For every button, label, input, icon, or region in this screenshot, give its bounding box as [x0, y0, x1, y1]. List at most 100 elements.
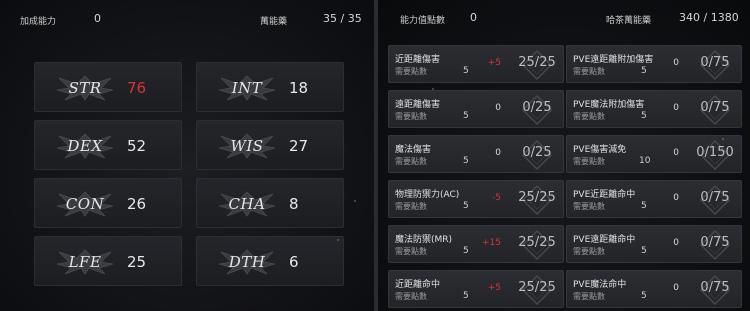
points-required-value: 5 [463, 156, 469, 166]
stat-value: 8 [289, 195, 299, 213]
stat-tile-cha: CHA 8 [196, 178, 344, 228]
stat-value: 76 [127, 79, 147, 97]
upgrade-level: 25/25 [518, 280, 556, 295]
upgrade-row[interactable]: 近距離傷害需要點數 5 +5 25/25 [388, 45, 564, 83]
points-required-label: 需要點數 [573, 202, 605, 211]
upgrade-bonus: 0 [673, 148, 679, 158]
upgrade-row[interactable]: PVE魔法附加傷害 需要點數 5 0 0/75 [566, 90, 742, 128]
upgrade-level: 0/25 [522, 145, 552, 160]
upgrade-label: PVE遠距離附加傷害 [573, 55, 654, 65]
points-required-label: 需要點數 [395, 112, 427, 121]
elixir-label: 萬能藥 [260, 17, 288, 27]
ability-points-value: 0 [470, 11, 477, 24]
points-required-value: 5 [641, 246, 647, 256]
upgrade-label: PVE遠距離命中 [573, 235, 636, 245]
stat-value: 18 [289, 79, 309, 97]
upgrade-level: 0/150 [696, 145, 734, 160]
upgrade-bonus: +5 [487, 58, 501, 68]
stats-window: 加成能力 0 萬能藥 35 / 35 STR 76 INT 18 DEX 52 WIS 27 C… [0, 0, 750, 311]
points-required-label: 需要點數 [573, 157, 605, 166]
points-required-value: 5 [641, 111, 647, 121]
upgrade-bonus: 0 [673, 238, 679, 248]
haja-elixir-label: 哈茶萬能藥 [606, 16, 652, 26]
stat-value: 27 [289, 137, 309, 155]
upgrade-row[interactable]: PVE魔法命中 需要點數 5 0 0/75 [566, 270, 742, 308]
upgrade-label: 魔法防禦(MR) [395, 235, 453, 245]
stat-value: 26 [127, 195, 147, 213]
upgrade-bonus: 0 [495, 103, 501, 113]
points-required-value: 5 [463, 111, 469, 121]
stat-value: 6 [289, 253, 299, 271]
stat-name: CON [65, 195, 105, 213]
upgrade-bonus: 0 [673, 193, 679, 203]
upgrade-bonus: +5 [487, 283, 501, 293]
points-required-label: 需要點數 [573, 67, 605, 76]
upgrade-level: 25/25 [518, 235, 556, 250]
points-required-value: 5 [641, 291, 647, 301]
stat-tile-dex: DEX 52 [34, 120, 182, 170]
stat-tile-int: INT 18 [196, 62, 344, 112]
stat-name: DEX [67, 137, 103, 155]
upgrade-level: 0/25 [522, 100, 552, 115]
points-required-value: 5 [463, 246, 469, 256]
stat-tile-str: STR 76 [34, 62, 182, 112]
points-required-value: 10 [639, 156, 651, 166]
stat-name: DTH [228, 253, 266, 271]
upgrade-row[interactable]: 魔法傷害需要點數 5 0 0/25 [388, 135, 564, 173]
upgrade-label: 近距離命中 [395, 280, 441, 290]
upgrade-row[interactable]: PVE近距離命中 需要點數 5 0 0/75 [566, 180, 742, 218]
stat-value: 52 [127, 137, 147, 155]
ability-points-label: 能力值點數 [400, 16, 446, 26]
stat-tile-con: CON 26 [34, 178, 182, 228]
upgrade-label: 物理防禦力(AC) [395, 190, 460, 200]
points-required-label: 需要點數 [573, 247, 605, 256]
upgrade-label: PVE傷害減免 [573, 145, 627, 155]
points-required-label: 需要點數 [395, 157, 427, 166]
upgrade-label: 近距離傷害 [395, 55, 441, 65]
elixir-count: 35 / 35 [323, 12, 362, 25]
upgrade-bonus: +15 [482, 238, 501, 248]
upgrade-bonus: 0 [673, 283, 679, 293]
upgrade-bonus: 0 [495, 148, 501, 158]
bonus-stats-value: 0 [94, 12, 101, 25]
stat-tile-dth: DTH 6 [196, 236, 344, 286]
points-required-label: 需要點數 [395, 67, 427, 76]
points-required-label: 需要點數 [395, 247, 427, 256]
upgrade-bonus: 0 [673, 103, 679, 113]
upgrade-bonus: 0 [673, 58, 679, 68]
stat-value: 25 [127, 253, 147, 271]
upgrade-level: 0/75 [700, 190, 730, 205]
upgrade-bonus: -5 [492, 193, 501, 203]
upgrade-level: 0/75 [700, 280, 730, 295]
upgrade-row[interactable]: 近距離命中需要點數 5 +5 25/25 [388, 270, 564, 308]
upgrade-level: 0/75 [700, 55, 730, 70]
points-required-value: 5 [641, 201, 647, 211]
upgrade-label: PVE魔法命中 [573, 280, 627, 290]
upgrade-level: 0/75 [700, 100, 730, 115]
stat-name: WIS [230, 137, 264, 155]
haja-elixir-count: 340 / 1380 [679, 11, 739, 24]
points-required-label: 需要點數 [395, 292, 427, 301]
stat-name: LFE [68, 253, 102, 271]
upgrade-row[interactable]: 遠距離傷害 需要點數 5 0 0/25 [388, 90, 564, 128]
upgrade-label: 魔法傷害 [395, 145, 432, 155]
elixir-upgrades-panel: 能力值點數 0 哈茶萬能藥 340 / 1380 近距離傷害需要點數 5 +5 25/… [378, 0, 750, 311]
points-required-value: 5 [463, 66, 469, 76]
base-stats-panel: 加成能力 0 萬能藥 35 / 35 STR 76 INT 18 DEX 52 WIS 27 C… [0, 0, 374, 311]
stat-name: CHA [228, 195, 266, 213]
upgrade-label: PVE魔法附加傷害 [573, 100, 645, 110]
upgrade-level: 0/75 [700, 235, 730, 250]
bonus-stats-label: 加成能力 [20, 17, 57, 27]
points-required-value: 5 [463, 291, 469, 301]
stat-tile-wis: WIS 27 [196, 120, 344, 170]
upgrade-level: 25/25 [518, 190, 556, 205]
upgrade-row[interactable]: PVE遠距離附加傷害 需要點數 5 0 0/75 [566, 45, 742, 83]
upgrade-row[interactable]: 魔法防禦(MR) 需要點數 5 +15 25/25 [388, 225, 564, 263]
upgrade-row[interactable]: PVE遠距離命中 需要點數 5 0 0/75 [566, 225, 742, 263]
upgrade-row[interactable]: 物理防禦力(AC) 需要點數 5 -5 25/25 [388, 180, 564, 218]
points-required-label: 需要點數 [395, 202, 427, 211]
points-required-label: 需要點數 [573, 112, 605, 121]
upgrade-row[interactable]: PVE傷害減免 需要點數 10 0 0/150 [566, 135, 742, 173]
points-required-value: 5 [641, 66, 647, 76]
upgrade-level: 25/25 [518, 55, 556, 70]
